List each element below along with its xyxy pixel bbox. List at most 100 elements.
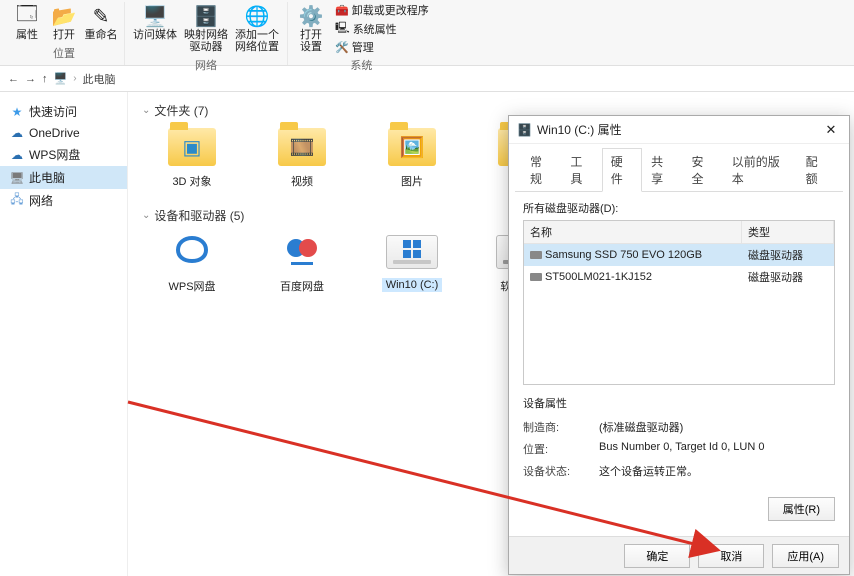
tab-prev-versions[interactable]: 以前的版本	[723, 148, 797, 192]
drive-label: 百度网盘	[280, 278, 324, 294]
drive-type: 磁盘驱动器	[742, 268, 834, 286]
rename-label: 重命名	[85, 29, 118, 41]
sidebar-label: 网络	[29, 192, 53, 209]
devprop-key: 位置:	[523, 441, 599, 457]
nav-back-icon[interactable]: ←	[8, 73, 19, 85]
add-netloc-icon: 🌐	[245, 4, 269, 28]
cancel-button[interactable]: 取消	[698, 544, 764, 568]
folder-videos[interactable]: 🎞️ 视频	[266, 125, 338, 189]
properties-dialog: 🗄️Win10 (C:) 属性 ✕ 常规 工具 硬件 共享 安全 以前的版本 配…	[508, 115, 850, 575]
properties-label: 属性	[16, 29, 38, 41]
dialog-footer: 确定 取消 应用(A)	[509, 536, 849, 574]
manage-label: 管理	[352, 39, 374, 55]
group-label-location: 位置	[53, 45, 75, 61]
sidebar-label: OneDrive	[29, 126, 80, 140]
manage-button[interactable]: 🛠️管理	[335, 39, 429, 55]
network-icon: 🖧	[10, 194, 24, 208]
all-drives-label: 所有磁盘驱动器(D):	[523, 200, 835, 216]
tab-sharing[interactable]: 共享	[642, 148, 682, 192]
open-icon: 📂	[52, 4, 76, 28]
properties-button[interactable]: 🗔 属性	[10, 2, 44, 43]
apply-button[interactable]: 应用(A)	[772, 544, 839, 568]
manage-icon: 🛠️	[335, 41, 349, 54]
device-properties: 设备属性 制造商:(标准磁盘驱动器) 位置:Bus Number 0, Targ…	[523, 395, 835, 521]
wps-icon	[164, 230, 220, 274]
drive-row[interactable]: Samsung SSD 750 EVO 120GB 磁盘驱动器	[524, 244, 834, 266]
tab-hardware[interactable]: 硬件	[602, 148, 642, 192]
media-icon: 🖥️	[143, 4, 167, 28]
rename-button[interactable]: ✎ 重命名	[84, 2, 118, 43]
uninstall-label: 卸载或更改程序	[352, 2, 429, 18]
sidebar-item-wps[interactable]: ☁WPS网盘	[0, 143, 127, 166]
open-label: 打开	[53, 29, 75, 41]
section-drives-title: 设备和驱动器 (5)	[154, 207, 244, 224]
drive-name: Samsung SSD 750 EVO 120GB	[545, 249, 702, 261]
folder-pictures[interactable]: 🖼️ 图片	[376, 125, 448, 189]
sidebar-item-thispc[interactable]: 🖥此电脑	[0, 166, 127, 189]
dialog-titlebar[interactable]: 🗄️Win10 (C:) 属性 ✕	[509, 116, 849, 144]
chevron-down-icon: ⌄	[142, 210, 150, 221]
drive-baidu[interactable]: 百度网盘	[266, 230, 338, 294]
media-access-button[interactable]: 🖥️ 访问媒体	[131, 2, 179, 55]
folder-icon: 🖼️	[384, 125, 440, 169]
dialog-body: 所有磁盘驱动器(D): 名称 类型 Samsung SSD 750 EVO 12…	[509, 192, 849, 529]
map-drive-label: 映射网络 驱动器	[184, 29, 228, 53]
group-label-system: 系统	[350, 57, 372, 73]
drive-label: Win10 (C:)	[382, 278, 443, 292]
drive-win10c[interactable]: Win10 (C:)	[376, 230, 448, 294]
devprop-key: 设备状态:	[523, 463, 599, 479]
sidebar-item-quickaccess[interactable]: ★快速访问	[0, 100, 127, 123]
uninstall-programs-button[interactable]: 🧰卸载或更改程序	[335, 2, 429, 18]
nav-fwd-icon[interactable]: →	[25, 73, 36, 85]
ribbon-group-system: ⚙️ 打开 设置 🧰卸载或更改程序 🖳系统属性 🛠️管理 系统	[288, 2, 435, 65]
folder-3dobjects[interactable]: ▣ 3D 对象	[156, 125, 228, 189]
open-settings-button[interactable]: ⚙️ 打开 设置	[294, 2, 328, 55]
windows-logo-icon	[403, 240, 421, 258]
add-netloc-button[interactable]: 🌐 添加一个 网络位置	[233, 2, 281, 55]
ribbon-group-location: 🗔 属性 📂 打开 ✎ 重命名 位置	[4, 2, 125, 65]
device-properties-button[interactable]: 属性(R)	[768, 497, 835, 521]
drive-wps[interactable]: WPS网盘	[156, 230, 228, 294]
sysprop-icon: 🖳	[335, 19, 350, 38]
sidebar-label: WPS网盘	[29, 146, 80, 163]
breadcrumb-thispc[interactable]: 此电脑	[83, 71, 116, 87]
folder-icon: 🎞️	[274, 125, 330, 169]
devprop-key: 制造商:	[523, 419, 599, 435]
uninstall-icon: 🧰	[335, 4, 349, 17]
sidebar-item-network[interactable]: 🖧 网络	[0, 189, 127, 212]
drives-list-header: 名称 类型	[524, 221, 834, 244]
drive-icon	[384, 230, 440, 274]
nav-sidebar: ★快速访问 ☁OneDrive ☁WPS网盘 🖥此电脑 🖧 网络	[0, 92, 128, 576]
drive-row[interactable]: ST500LM021-1KJ152 磁盘驱动器	[524, 266, 834, 288]
add-netloc-label: 添加一个 网络位置	[235, 29, 279, 53]
tab-general[interactable]: 常规	[521, 148, 561, 192]
open-button[interactable]: 📂 打开	[47, 2, 81, 43]
col-type[interactable]: 类型	[742, 221, 834, 243]
dialog-tabs: 常规 工具 硬件 共享 安全 以前的版本 配额	[515, 148, 843, 192]
breadcrumb-sep: ›	[73, 73, 76, 84]
tab-security[interactable]: 安全	[682, 148, 722, 192]
disk-icon	[530, 251, 542, 259]
folder-label: 视频	[291, 173, 313, 189]
devprop-val: (标准磁盘驱动器)	[599, 419, 835, 435]
col-name[interactable]: 名称	[524, 221, 742, 243]
address-bar[interactable]: ← → ↑ 🖥️ › 此电脑	[0, 66, 854, 92]
disk-icon	[530, 273, 542, 281]
ok-button[interactable]: 确定	[624, 544, 690, 568]
map-drive-button[interactable]: 🗄️ 映射网络 驱动器	[182, 2, 230, 55]
tab-quota[interactable]: 配额	[797, 148, 837, 192]
folder-icon: ▣	[164, 125, 220, 169]
ribbon-group-network: 🖥️ 访问媒体 🗄️ 映射网络 驱动器 🌐 添加一个 网络位置 网络	[125, 2, 288, 65]
system-properties-button[interactable]: 🖳系统属性	[335, 19, 429, 38]
drive-small-icon: 🗄️	[517, 123, 532, 137]
ribbon: 🗔 属性 📂 打开 ✎ 重命名 位置 🖥️ 访问媒体 🗄️ 映射网络 驱动器	[0, 0, 854, 66]
close-button[interactable]: ✕	[819, 122, 843, 138]
close-icon: ✕	[826, 122, 837, 137]
pc-icon: 🖥	[10, 171, 24, 185]
tab-tools[interactable]: 工具	[561, 148, 601, 192]
devprop-val: 这个设备运转正常。	[599, 463, 835, 479]
nav-up-icon[interactable]: ↑	[42, 73, 48, 85]
pc-icon: 🖥️	[54, 72, 68, 85]
sidebar-item-onedrive[interactable]: ☁OneDrive	[0, 123, 127, 143]
drives-listbox[interactable]: 名称 类型 Samsung SSD 750 EVO 120GB 磁盘驱动器 ST…	[523, 220, 835, 385]
